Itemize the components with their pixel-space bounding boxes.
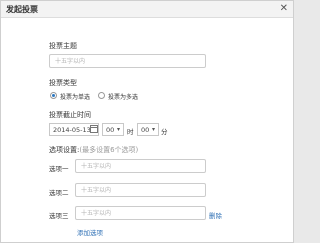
option-3-label: 选项三 bbox=[49, 212, 69, 220]
topic-label: 投票主题 bbox=[49, 42, 77, 50]
chevron-down-icon: ▾ bbox=[151, 126, 155, 133]
close-icon[interactable]: ✕ bbox=[280, 3, 288, 14]
radio-multiple-label: 投票为多选 bbox=[108, 94, 139, 101]
dialog-title: 发起投票 bbox=[6, 5, 38, 14]
deadline-date-value: 2014-05-13 bbox=[53, 126, 91, 134]
options-label-text: 选项设置: bbox=[49, 146, 80, 154]
option-1-label: 选项一 bbox=[49, 165, 69, 173]
options-label: 选项设置:(最多设置6个选项) bbox=[49, 145, 138, 155]
calendar-icon[interactable] bbox=[90, 125, 98, 133]
hour-unit: 时 bbox=[127, 128, 134, 136]
radio-multiple[interactable] bbox=[98, 92, 105, 99]
vote-dialog: 发起投票 ✕ 投票主题 十五字以内 投票类型 投票为单选 投票为多选 投票截止时… bbox=[0, 0, 294, 243]
chevron-down-icon: ▾ bbox=[116, 126, 120, 133]
dialog-titlebar: 发起投票 ✕ bbox=[1, 1, 293, 18]
delete-option-3-link[interactable]: 删除 bbox=[209, 210, 222, 220]
topic-input[interactable]: 十五字以内 bbox=[49, 54, 206, 68]
option-2-input[interactable]: 十五字以内 bbox=[75, 183, 206, 197]
deadline-label: 投票截止时间 bbox=[49, 111, 91, 119]
option-2-label: 选项二 bbox=[49, 189, 69, 197]
option-3-input[interactable]: 十五字以内 bbox=[75, 206, 206, 220]
radio-single[interactable] bbox=[50, 92, 57, 99]
minute-unit: 分 bbox=[161, 128, 168, 136]
hour-select[interactable]: 00 ▾ bbox=[102, 123, 124, 136]
type-label: 投票类型 bbox=[49, 79, 77, 87]
minute-select[interactable]: 00 ▾ bbox=[137, 123, 159, 136]
minute-value: 00 bbox=[141, 126, 150, 134]
hour-value: 00 bbox=[106, 126, 115, 134]
options-hint: (最多设置6个选项) bbox=[79, 146, 139, 154]
option-1-input[interactable]: 十五字以内 bbox=[75, 159, 206, 173]
add-option-link[interactable]: 添加选项 bbox=[77, 227, 103, 237]
radio-single-label: 投票为单选 bbox=[60, 94, 91, 101]
